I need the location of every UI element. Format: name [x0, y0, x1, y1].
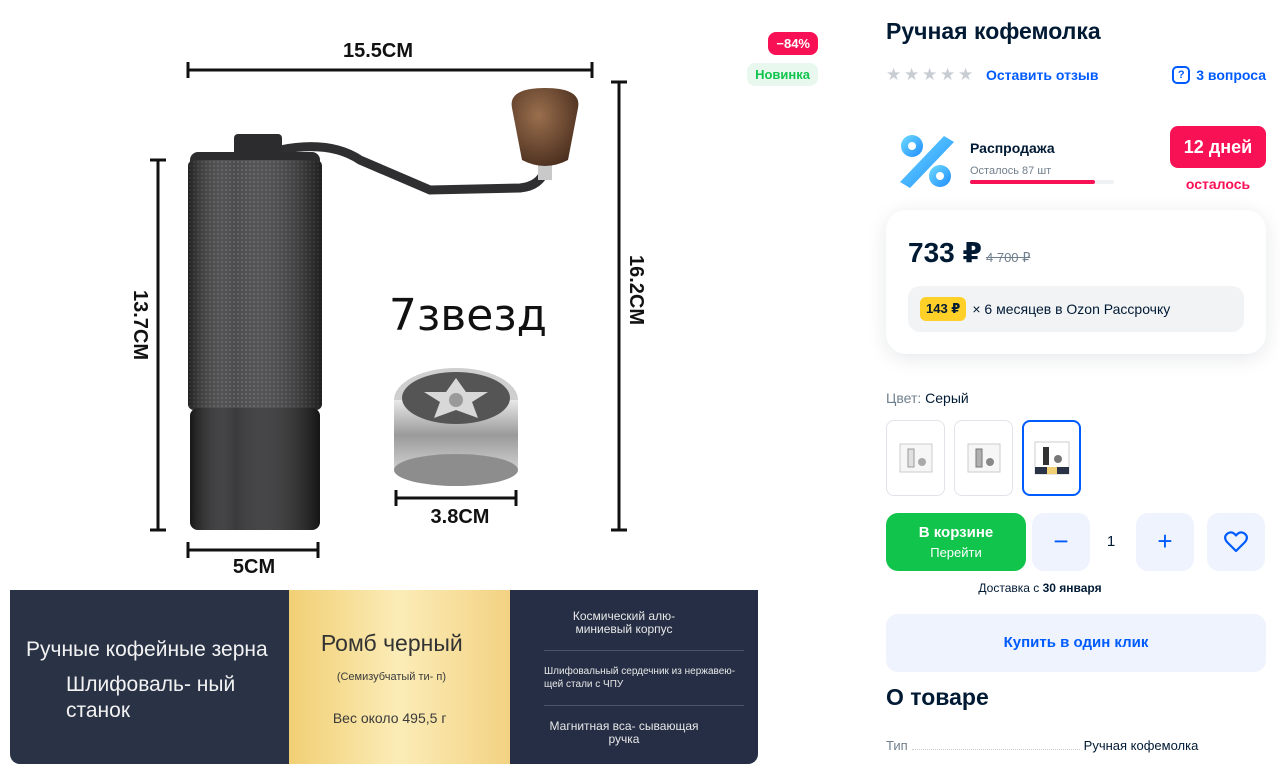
sale-progress-fill [970, 180, 1096, 184]
installment-text: × 6 месяцев в Ozon Рассрочку [972, 301, 1171, 317]
strip-divider [544, 650, 744, 651]
installment-offer[interactable]: 143 ₽ × 6 месяцев в Ozon Рассрочку [908, 286, 1244, 332]
star-icon: ★ [922, 65, 938, 84]
strip-mid-sub: (Семизубчатый ти- п) [336, 671, 447, 683]
rating-row: ★ ★ ★ ★ ★ Оставить отзыв ? 3 вопроса [886, 64, 1266, 86]
product-gallery: 15.5CM 13.7CM 16.2CM 5CM 7звезд 3.8CM −8… [0, 0, 830, 772]
installment-amount: 143 ₽ [920, 297, 967, 321]
days-left-label: осталось [1185, 176, 1251, 192]
delivery-info: Доставка с 30 января [886, 581, 1194, 595]
strip-mid-title: Ромб черный [320, 630, 463, 656]
color-label-key: Цвет: [886, 390, 922, 406]
sale-progress-bar [970, 180, 1114, 184]
swatch-variant-2[interactable] [954, 420, 1013, 496]
favorite-button[interactable] [1207, 513, 1265, 571]
question-icon: ? [1172, 66, 1191, 84]
strip-left: Ручные кофейные зерна Шлифоваль- ный ста… [10, 590, 289, 764]
current-price: 733 ₽ [908, 237, 982, 268]
strip-right-line3: Магнитная вса- сывающая ручка [549, 719, 699, 746]
new-badge: Новинка [747, 63, 818, 86]
dim-right-label: 16.2CM [625, 255, 647, 325]
swatch-thumb [1034, 441, 1069, 475]
rating-stars[interactable]: ★ ★ ★ ★ ★ [886, 65, 974, 84]
strip-mid-weight: Вес около 495,5 г [332, 710, 447, 726]
in-cart-button[interactable]: В корзине Перейти [886, 513, 1026, 571]
dim-burr-label: 3.8CM [431, 506, 490, 528]
product-page: 15.5CM 13.7CM 16.2CM 5CM 7звезд 3.8CM −8… [0, 0, 1280, 772]
product-title: Ручная кофемолка [886, 18, 1101, 44]
cart-row: В корзине Перейти − 1 + [886, 513, 1266, 571]
decrease-qty-button[interactable]: − [1032, 513, 1090, 571]
leave-review-link[interactable]: Оставить отзыв [986, 67, 1098, 83]
sale-title: Распродажа [970, 140, 1055, 156]
dim-bottom-label: 5CM [233, 556, 275, 578]
in-cart-title: В корзине [918, 524, 994, 541]
swatch-thumb [967, 443, 1000, 473]
strip-left-line2: Шлифоваль- ный станок [66, 673, 236, 722]
sale-block[interactable]: Распродажа Осталось 87 шт 12 дней остало… [886, 122, 1266, 198]
star-icon: ★ [958, 65, 974, 84]
strip-mid: Ромб черный (Семизубчатый ти- п) Вес око… [288, 590, 510, 764]
spec-value: Ручная кофемолка [1083, 738, 1199, 753]
strip-divider [544, 705, 744, 706]
increase-qty-button[interactable]: + [1136, 513, 1194, 571]
in-cart-sub: Перейти [930, 545, 982, 560]
sale-stock-left: Осталось 87 шт [970, 165, 1052, 177]
product-sidebar: Ручная кофемолка ★ ★ ★ ★ ★ Оставить отзы… [886, 0, 1266, 772]
questions-link[interactable]: ? 3 вопроса [1172, 66, 1266, 84]
delivery-date: 30 января [1042, 581, 1102, 595]
delivery-prefix: Доставка с [978, 581, 1040, 595]
dim-top-label: 15.5CM [343, 40, 413, 62]
days-left-badge: 12 дней [1170, 126, 1266, 168]
spec-key: Тип [886, 738, 908, 753]
spec-row: Тип Ручная кофемолка [886, 738, 1266, 753]
star-icon: ★ [886, 65, 902, 84]
swatch-variant-3-selected[interactable] [1022, 420, 1081, 496]
old-price: 4 700 ₽ [986, 250, 1031, 265]
swatch-thumb [899, 443, 932, 473]
color-label: Цвет: Серый [886, 390, 969, 406]
discount-badge: −84% [768, 32, 818, 55]
spec-dots [911, 749, 1080, 750]
swatch-variant-1[interactable] [886, 420, 945, 496]
price-card: 733 ₽ 4 700 ₽ 143 ₽ × 6 месяцев в Ozon Р… [886, 210, 1266, 354]
percent-icon [900, 135, 954, 188]
dim-left-label: 13.7CM [129, 290, 151, 360]
overlay-text: 7звезд [389, 290, 547, 341]
strip-right-line2: Шлифовальный сердечник из нержавею- щей … [544, 666, 736, 690]
buy-one-click-button[interactable]: Купить в один клик [886, 614, 1266, 672]
product-badges: −84% Новинка [747, 32, 818, 86]
color-value: Серый [925, 390, 969, 406]
heart-icon [1224, 531, 1248, 553]
strip-right: Космический алю- миниевый корпус Шлифова… [510, 590, 758, 764]
quantity-value: 1 [1106, 533, 1116, 550]
star-icon: ★ [940, 65, 956, 84]
star-icon: ★ [904, 65, 920, 84]
strip-left-line1: Ручные кофейные зерна [26, 638, 268, 661]
strip-right-line1: Космический алю- миниевый корпус [572, 609, 676, 636]
about-title: О товаре [886, 684, 989, 710]
questions-label: 3 вопроса [1196, 67, 1266, 83]
color-swatches [886, 420, 1081, 496]
product-info-strip: Ручные кофейные зерна Шлифоваль- ный ста… [10, 590, 758, 764]
